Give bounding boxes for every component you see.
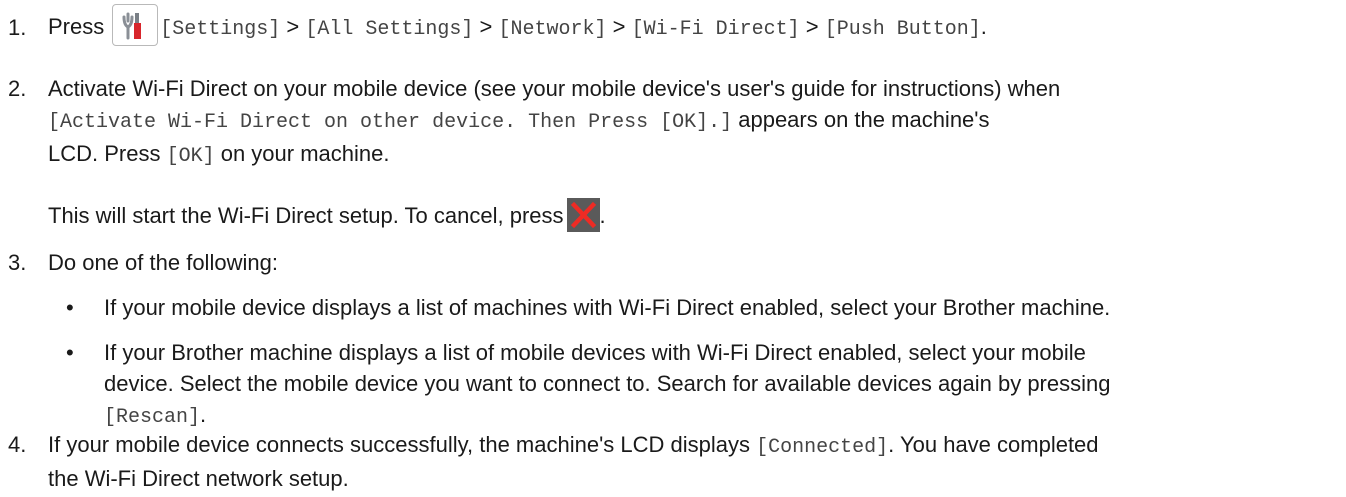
step-1: 1. Press [Settings] > [All Settings] > [N…: [8, 4, 1338, 50]
step-3-text: Do one of the following:: [48, 250, 278, 275]
connected-label: [Connected]: [756, 436, 889, 459]
step-number: 1.: [8, 15, 27, 40]
step-2-text: appears on the machine's: [732, 107, 990, 132]
path-separator: >: [606, 14, 632, 39]
press-text: Press: [48, 14, 105, 39]
bullet-1: • If your mobile device displays a list …: [8, 292, 1338, 326]
step-2: 2. Activate Wi-Fi Direct on your mobile …: [8, 64, 1338, 204]
rescan-label: [Rescan]: [104, 406, 201, 429]
path-period: .: [980, 14, 987, 39]
bullet-2-period: .: [200, 402, 207, 427]
step-number: 2.: [8, 76, 27, 101]
cancel-icon: [566, 198, 600, 233]
bullet-2: • If your Brother machine displays a lis…: [8, 337, 1338, 431]
step-3: 3. Do one of the following:: [8, 247, 1338, 281]
bullet-2-line-1: If your Brother machine displays a list …: [104, 340, 1086, 365]
step-2-text: on your machine.: [214, 141, 390, 166]
step-4-text: . You have completed: [888, 432, 1099, 457]
bullet-1-text: If your mobile device displays a list of…: [104, 295, 1111, 320]
settings-menu-item: [Settings]: [160, 18, 281, 41]
path-separator: >: [280, 14, 306, 39]
network-menu-item: [Network]: [498, 18, 607, 41]
cancel-note-text: This will start the Wi-Fi Direct setup. …: [48, 203, 564, 228]
step-4-text: If your mobile device connects successfu…: [48, 432, 757, 457]
step-4: 4. If your mobile device connects succes…: [8, 429, 1338, 493]
path-separator: >: [473, 14, 499, 39]
step-2-text: LCD. Press: [48, 141, 167, 166]
lcd-message: [Activate Wi-Fi Direct on other device. …: [48, 111, 733, 134]
step-2-line-1: Activate Wi-Fi Direct on your mobile dev…: [48, 76, 1061, 101]
ok-label: [OK]: [166, 145, 215, 168]
bullet-dot: •: [66, 295, 74, 320]
settings-icon: [112, 4, 159, 47]
push-button-menu-item: [Push Button]: [824, 18, 981, 41]
path-separator: >: [799, 14, 825, 39]
wifi-direct-menu-item: [Wi-Fi Direct]: [631, 18, 800, 41]
bullet-2-line-2: device. Select the mobile device you wan…: [104, 371, 1111, 396]
step-number: 4.: [8, 432, 27, 457]
all-settings-menu-item: [All Settings]: [305, 18, 474, 41]
note-period: .: [599, 203, 606, 228]
bullet-dot: •: [66, 340, 74, 365]
step-number: 3.: [8, 250, 27, 275]
step-2-note: This will start the Wi-Fi Direct setup. …: [8, 196, 1338, 236]
step-4-line-2: the Wi-Fi Direct network setup.: [48, 466, 349, 491]
